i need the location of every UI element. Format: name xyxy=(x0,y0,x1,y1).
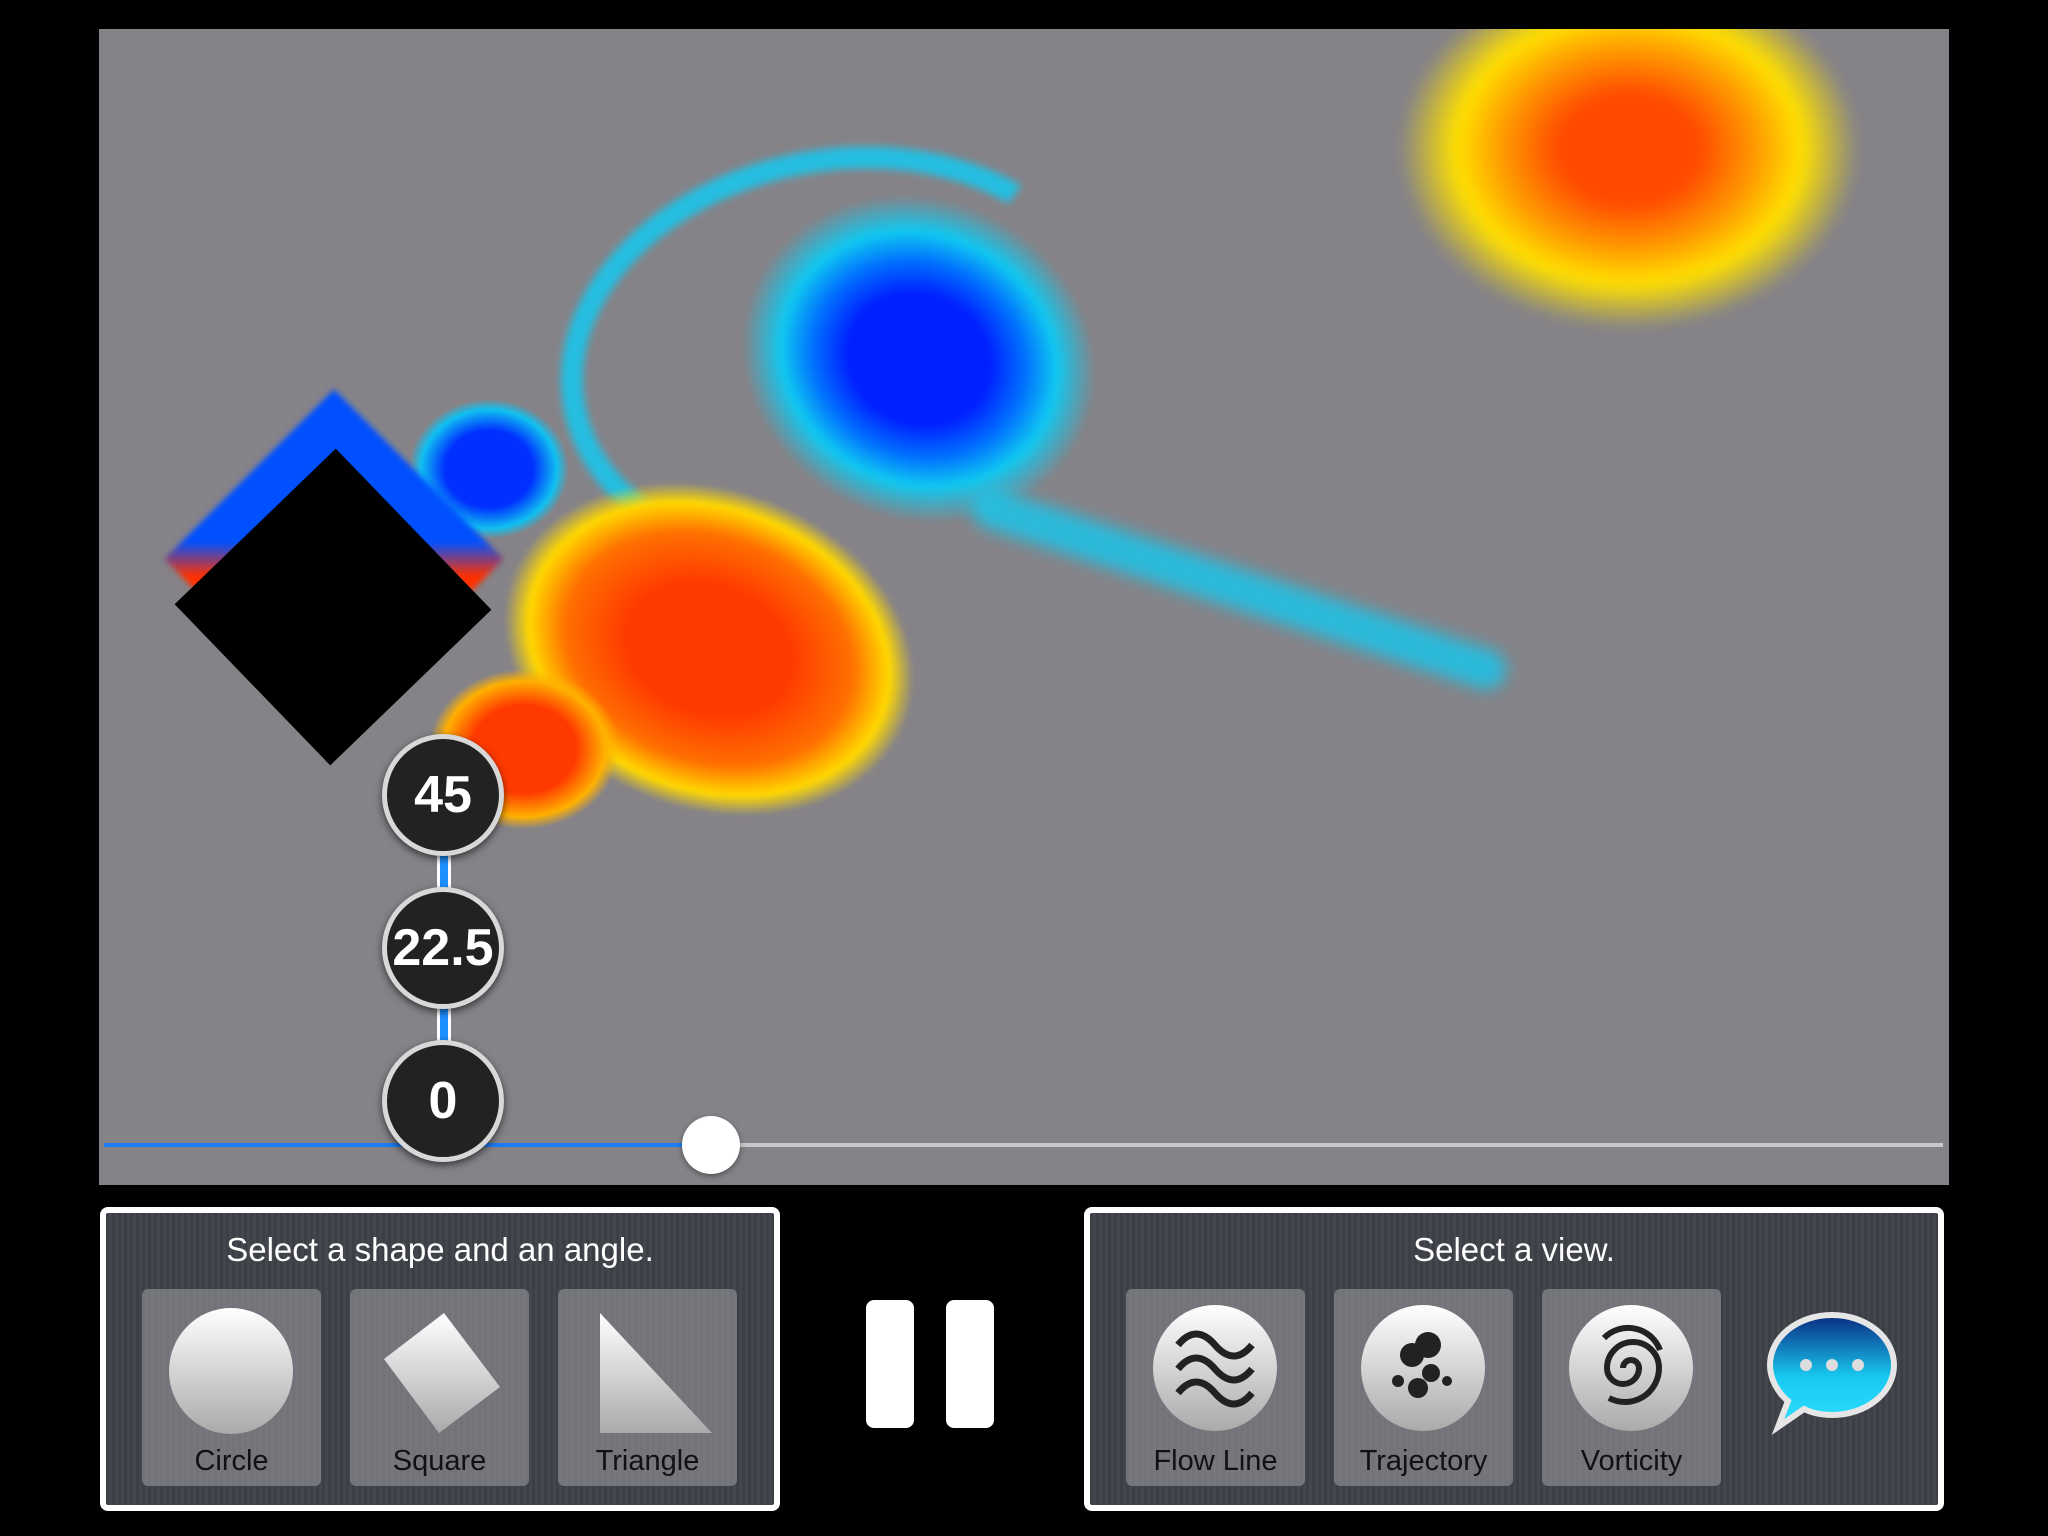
particles-icon xyxy=(1361,1305,1485,1431)
shape-circle-label: Circle xyxy=(194,1445,269,1477)
time-slider-thumb[interactable] xyxy=(681,1116,740,1174)
shape-triangle-label: Triangle xyxy=(595,1445,700,1477)
view-trajectory-label: Trajectory xyxy=(1359,1445,1488,1477)
shape-panel: Select a shape and an angle. Circle Squa… xyxy=(100,1207,780,1511)
view-flow-line-label: Flow Line xyxy=(1153,1445,1278,1477)
view-panel: Select a view. Flow Line Trajectory Vort… xyxy=(1084,1207,1944,1511)
angle-22-5-button[interactable]: 22.5 xyxy=(382,887,504,1009)
view-vorticity-label: Vorticity xyxy=(1580,1445,1683,1477)
view-vorticity-button[interactable]: Vorticity xyxy=(1542,1289,1721,1486)
pause-icon-bar-left xyxy=(866,1300,914,1428)
waves-icon xyxy=(1153,1305,1277,1431)
shape-square-button[interactable]: Square xyxy=(350,1289,529,1486)
spiral-icon xyxy=(1569,1305,1693,1431)
view-flow-line-button[interactable]: Flow Line xyxy=(1126,1289,1305,1486)
triangle-icon xyxy=(600,1313,712,1433)
vortex-top-right xyxy=(1399,29,1859,329)
cyan-tail xyxy=(966,483,1512,695)
square-icon xyxy=(384,1313,500,1433)
view-trajectory-button[interactable]: Trajectory xyxy=(1334,1289,1513,1486)
shape-circle-button[interactable]: Circle xyxy=(142,1289,321,1486)
pause-icon-bar-right xyxy=(946,1300,994,1428)
simulation-view[interactable]: 45 22.5 0 xyxy=(99,29,1949,1185)
pause-button[interactable] xyxy=(866,1300,994,1428)
chat-bubble-icon[interactable] xyxy=(1762,1309,1902,1439)
shape-square-label: Square xyxy=(392,1445,487,1477)
view-panel-title: Select a view. xyxy=(1413,1231,1615,1268)
circle-icon xyxy=(169,1308,293,1434)
shape-panel-title: Select a shape and an angle. xyxy=(226,1231,654,1268)
angle-45-button[interactable]: 45 xyxy=(382,734,504,856)
angle-0-button[interactable]: 0 xyxy=(382,1040,504,1162)
shape-triangle-button[interactable]: Triangle xyxy=(558,1289,737,1486)
